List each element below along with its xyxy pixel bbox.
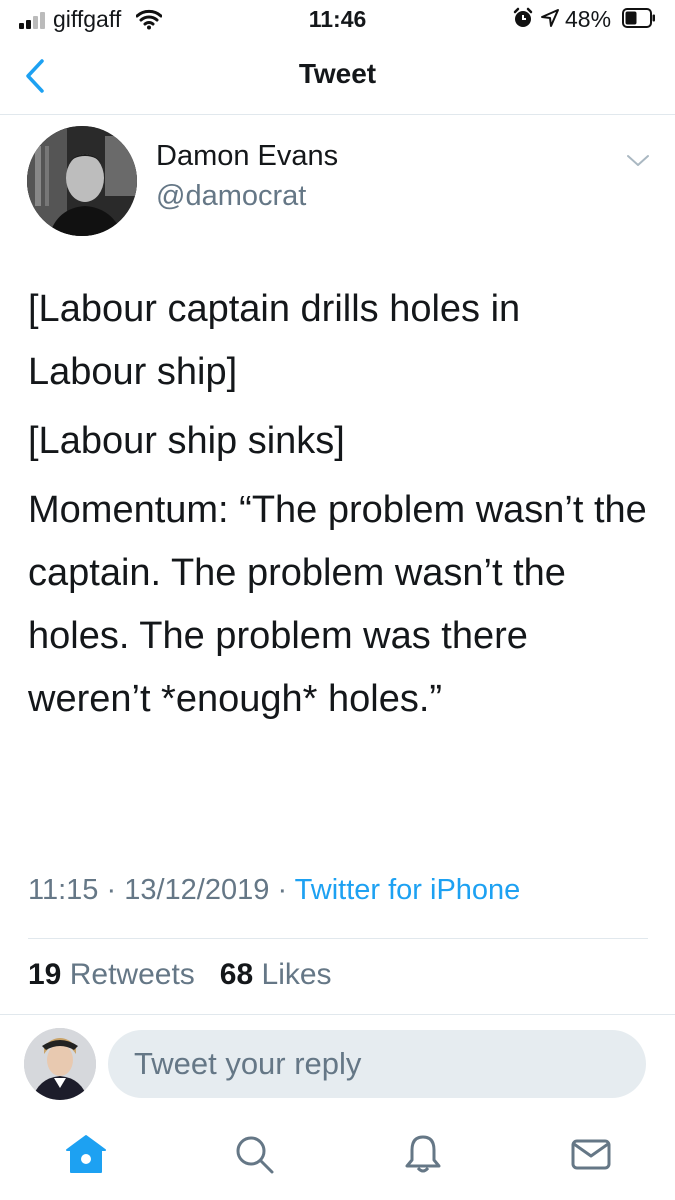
author-avatar[interactable] bbox=[27, 126, 137, 236]
status-bar: giffgaff 11:46 48% bbox=[0, 0, 675, 40]
user-photo-icon bbox=[24, 1028, 96, 1100]
tweet-time: 11:15 bbox=[28, 874, 99, 906]
page-title: Tweet bbox=[298, 58, 377, 89]
tweet-source-link[interactable]: Twitter for iPhone bbox=[295, 874, 521, 906]
retweets-count: 19 bbox=[28, 958, 62, 991]
likes-label: Likes bbox=[261, 958, 332, 991]
messages-icon[interactable] bbox=[569, 1132, 613, 1176]
tweet-paragraph: [Labour ship sinks] bbox=[28, 420, 345, 462]
tweet-meta: 11:15 · 13/12/2019 · Twitter for iPhone bbox=[28, 874, 520, 907]
tweet-paragraph: [Labour captain drills holes in Labour s… bbox=[28, 288, 521, 393]
search-icon[interactable] bbox=[232, 1132, 276, 1176]
retweets-stat[interactable]: 19 Retweets bbox=[28, 958, 195, 991]
author-name[interactable]: Damon Evans bbox=[156, 140, 338, 173]
tweet-paragraph: Momentum: “The problem wasn’t the captai… bbox=[28, 489, 647, 720]
likes-count: 68 bbox=[219, 958, 254, 991]
likes-stat[interactable]: 68 Likes bbox=[220, 958, 332, 991]
meta-separator: · bbox=[106, 874, 117, 906]
reply-input[interactable]: Tweet your reply bbox=[108, 1030, 646, 1098]
divider bbox=[0, 1014, 675, 1015]
chevron-down-icon[interactable] bbox=[624, 150, 652, 170]
tweet-text: [Labour captain drills holes in Labour s… bbox=[28, 278, 648, 737]
meta-separator: · bbox=[277, 874, 288, 906]
battery-percent: 48% bbox=[565, 6, 612, 32]
location-arrow-icon bbox=[541, 9, 559, 27]
notifications-icon[interactable] bbox=[401, 1132, 445, 1176]
nav-bar: Tweet bbox=[0, 40, 675, 115]
divider bbox=[28, 938, 648, 939]
retweets-label: Retweets bbox=[69, 958, 195, 991]
author-photo-icon bbox=[27, 126, 137, 236]
user-avatar[interactable] bbox=[24, 1028, 96, 1100]
tweet-stats: 19 Retweets 68 Likes bbox=[28, 958, 332, 992]
author-handle[interactable]: @damocrat bbox=[156, 180, 306, 213]
home-icon[interactable] bbox=[64, 1132, 108, 1176]
tweet-date: 13/12/2019 bbox=[124, 874, 270, 906]
alarm-icon bbox=[513, 7, 533, 27]
battery-icon bbox=[622, 8, 655, 28]
reply-placeholder: Tweet your reply bbox=[134, 1046, 362, 1081]
